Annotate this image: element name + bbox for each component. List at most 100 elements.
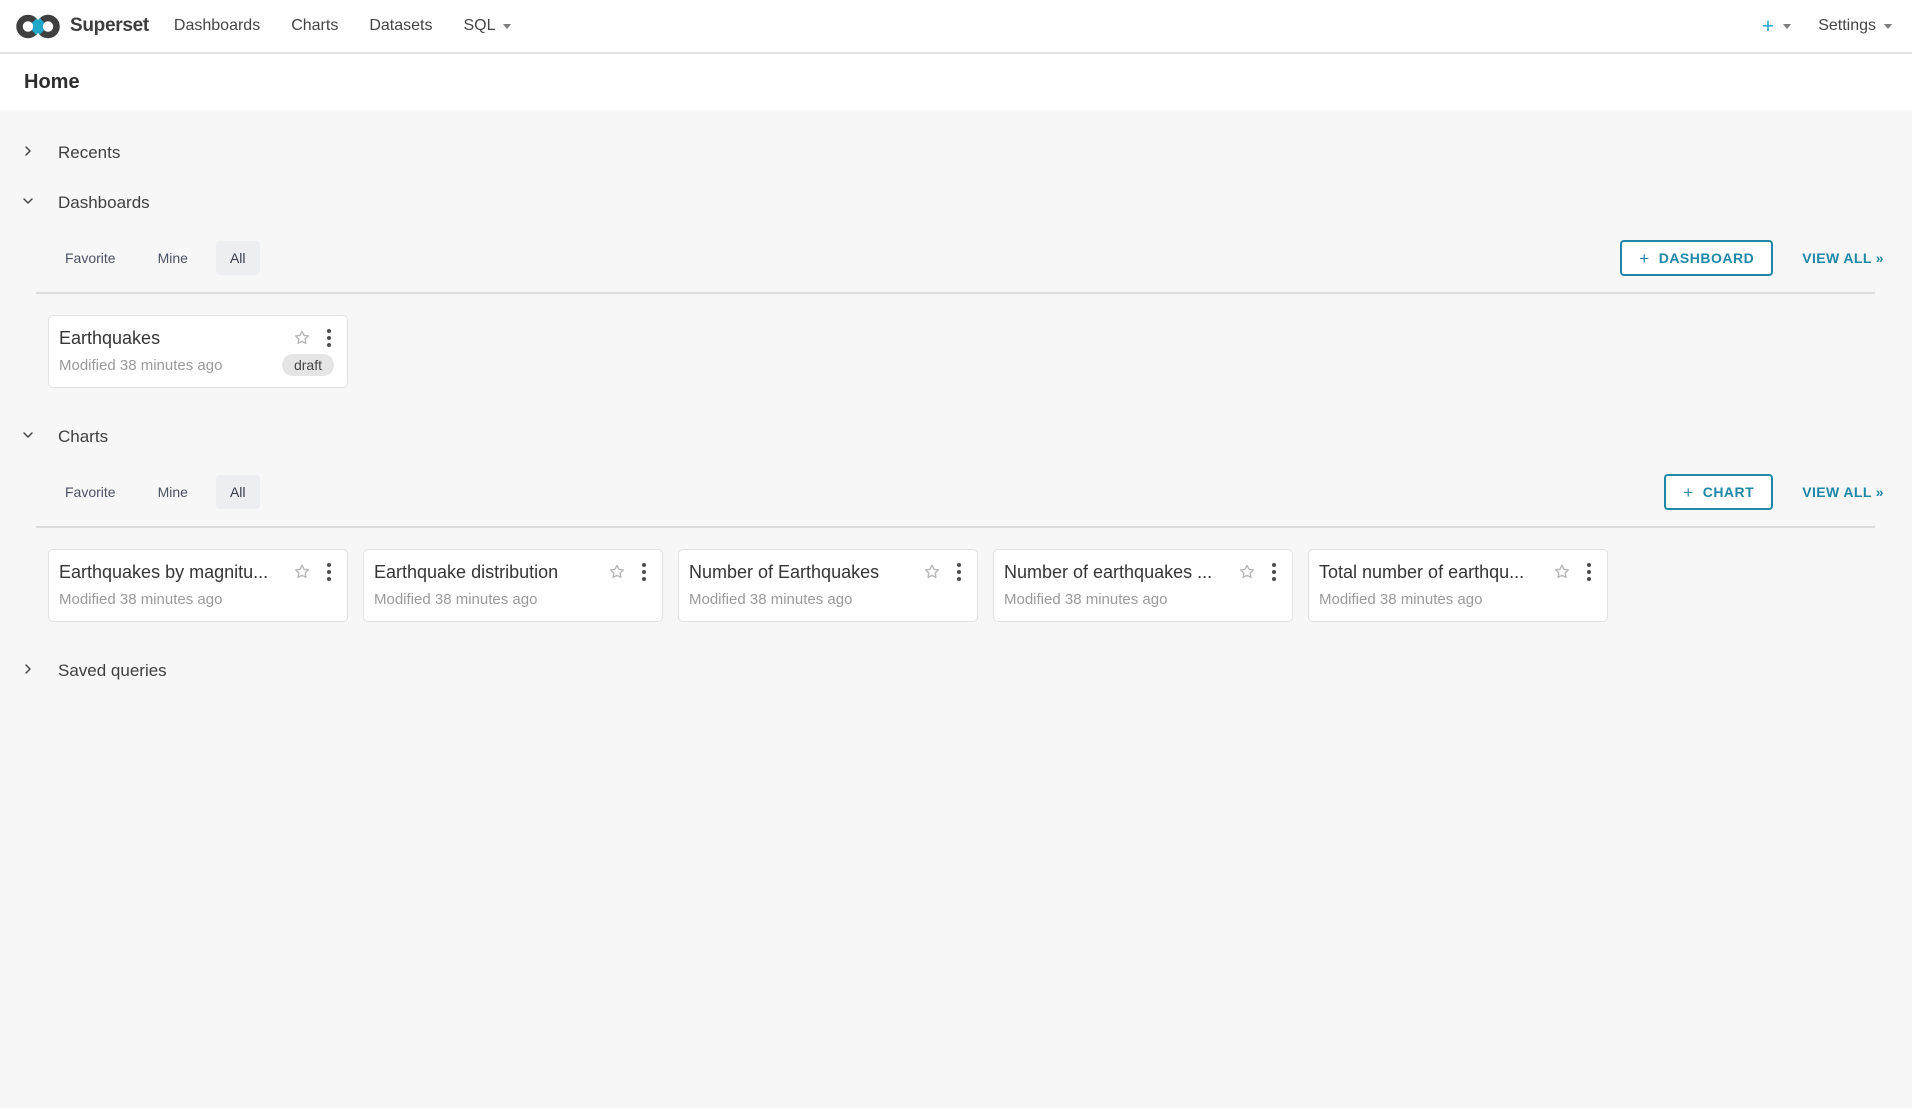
new-dashboard-button[interactable]: + DASHBOARD [1620,240,1773,276]
section-charts: Charts Favorite Mine All + CHART VIEW AL… [0,412,1912,622]
top-navbar: Superset Dashboards Charts Datasets SQL … [0,0,1912,54]
favorite-star-icon[interactable] [1552,562,1572,582]
charts-card-list: Earthquakes by magnitu... Modified 38 mi… [0,549,1912,622]
dashboards-title: Dashboards [58,193,150,213]
nav-datasets[interactable]: Datasets [369,17,432,35]
favorite-star-icon[interactable] [1237,562,1257,582]
caret-down-icon [503,24,511,29]
kebab-menu-icon[interactable] [639,561,649,583]
dashboards-controls: Favorite Mine All + DASHBOARD VIEW ALL » [0,240,1912,276]
nav-sql-menu[interactable]: SQL [463,17,511,35]
kebab-menu-icon[interactable] [324,561,334,583]
tab-favorite[interactable]: Favorite [51,475,130,509]
chart-card[interactable]: Total number of earthqu... Modified 38 m… [1308,549,1608,622]
kebab-menu-icon[interactable] [1269,561,1279,583]
chart-card[interactable]: Number of Earthquakes Modified 38 minute… [678,549,978,622]
chart-card-title[interactable]: Earthquakes by magnitu... [59,562,284,583]
card-modified-text: Modified 38 minutes ago [59,357,282,374]
chart-card[interactable]: Earthquakes by magnitu... Modified 38 mi… [48,549,348,622]
chevron-right-icon [21,144,35,163]
new-chart-button[interactable]: + CHART [1664,474,1773,510]
nav-datasets-label: Datasets [369,17,432,35]
brand-name: Superset [70,15,149,37]
card-actions [292,561,334,583]
card-modified-text: Modified 38 minutes ago [1004,591,1279,608]
charts-filter-tabs: Favorite Mine All [51,475,260,509]
chart-card-title[interactable]: Number of Earthquakes [689,562,914,583]
superset-brand[interactable]: Superset [15,12,149,41]
chart-card[interactable]: Number of earthquakes ... Modified 38 mi… [993,549,1293,622]
dashboard-card[interactable]: Earthquakes Modified 38 minutes ago draf… [48,315,348,388]
divider [36,292,1875,294]
chart-card-title[interactable]: Number of earthquakes ... [1004,562,1229,583]
card-header: Earthquake distribution [374,561,649,583]
caret-down-icon [1783,24,1791,29]
charts-actions: + CHART VIEW ALL » [1664,474,1884,510]
section-dashboards-toggle[interactable]: Dashboards [0,178,1912,228]
charts-title: Charts [58,427,108,447]
new-item-menu[interactable]: + [1762,16,1791,37]
favorite-star-icon[interactable] [292,562,312,582]
plus-icon: + [1762,16,1774,37]
caret-down-icon [1884,24,1892,29]
nav-dashboards[interactable]: Dashboards [174,17,260,35]
card-footer: Modified 38 minutes ago [1319,588,1594,610]
section-recents-toggle[interactable]: Recents [0,128,1912,178]
nav-charts[interactable]: Charts [291,17,338,35]
card-header: Total number of earthqu... [1319,561,1594,583]
new-chart-button-label: CHART [1703,484,1755,500]
card-modified-text: Modified 38 minutes ago [59,591,334,608]
card-actions [922,561,964,583]
card-header: Earthquakes [59,327,334,349]
card-header: Number of Earthquakes [689,561,964,583]
tab-favorite[interactable]: Favorite [51,241,130,275]
favorite-star-icon[interactable] [922,562,942,582]
dashboards-filter-tabs: Favorite Mine All [51,241,260,275]
tab-mine[interactable]: Mine [144,475,202,509]
card-actions [607,561,649,583]
kebab-menu-icon[interactable] [954,561,964,583]
primary-nav: Dashboards Charts Datasets SQL [174,17,512,35]
tab-all[interactable]: All [216,241,260,275]
card-actions [1237,561,1279,583]
superset-logo-icon [15,12,61,41]
kebab-menu-icon[interactable] [1584,561,1594,583]
dashboard-card-title[interactable]: Earthquakes [59,328,284,349]
card-footer: Modified 38 minutes ago [1004,588,1279,610]
section-saved-queries-toggle[interactable]: Saved queries [0,646,1912,696]
dashboards-card-list: Earthquakes Modified 38 minutes ago draf… [0,315,1912,388]
kebab-menu-icon[interactable] [324,327,334,349]
settings-menu[interactable]: Settings [1818,17,1892,35]
card-header: Number of earthquakes ... [1004,561,1279,583]
dashboards-view-all-link[interactable]: VIEW ALL » [1802,250,1884,266]
settings-label: Settings [1818,17,1876,35]
home-content: Recents Dashboards Favorite Mine All + D… [0,110,1912,696]
nav-sql-label: SQL [463,17,495,35]
charts-controls: Favorite Mine All + CHART VIEW ALL » [0,474,1912,510]
card-actions [1552,561,1594,583]
nav-dashboards-label: Dashboards [174,17,260,35]
card-footer: Modified 38 minutes ago [59,588,334,610]
plus-icon: + [1639,250,1649,267]
chevron-down-icon [21,194,35,213]
status-badge: draft [282,354,334,376]
chart-card[interactable]: Earthquake distribution Modified 38 minu… [363,549,663,622]
dashboards-actions: + DASHBOARD VIEW ALL » [1620,240,1884,276]
card-modified-text: Modified 38 minutes ago [1319,591,1594,608]
chevron-down-icon [21,428,35,447]
section-charts-toggle[interactable]: Charts [0,412,1912,462]
chart-card-title[interactable]: Total number of earthqu... [1319,562,1544,583]
chevron-right-icon [21,662,35,681]
saved-queries-title: Saved queries [58,661,167,681]
card-modified-text: Modified 38 minutes ago [689,591,964,608]
charts-view-all-link[interactable]: VIEW ALL » [1802,484,1884,500]
chart-card-title[interactable]: Earthquake distribution [374,562,599,583]
tab-all[interactable]: All [216,475,260,509]
favorite-star-icon[interactable] [607,562,627,582]
card-footer: Modified 38 minutes ago draft [59,354,334,376]
favorite-star-icon[interactable] [292,328,312,348]
navbar-right: + Settings [1762,16,1892,37]
plus-icon: + [1683,484,1693,501]
section-dashboards: Dashboards Favorite Mine All + DASHBOARD… [0,178,1912,388]
tab-mine[interactable]: Mine [144,241,202,275]
